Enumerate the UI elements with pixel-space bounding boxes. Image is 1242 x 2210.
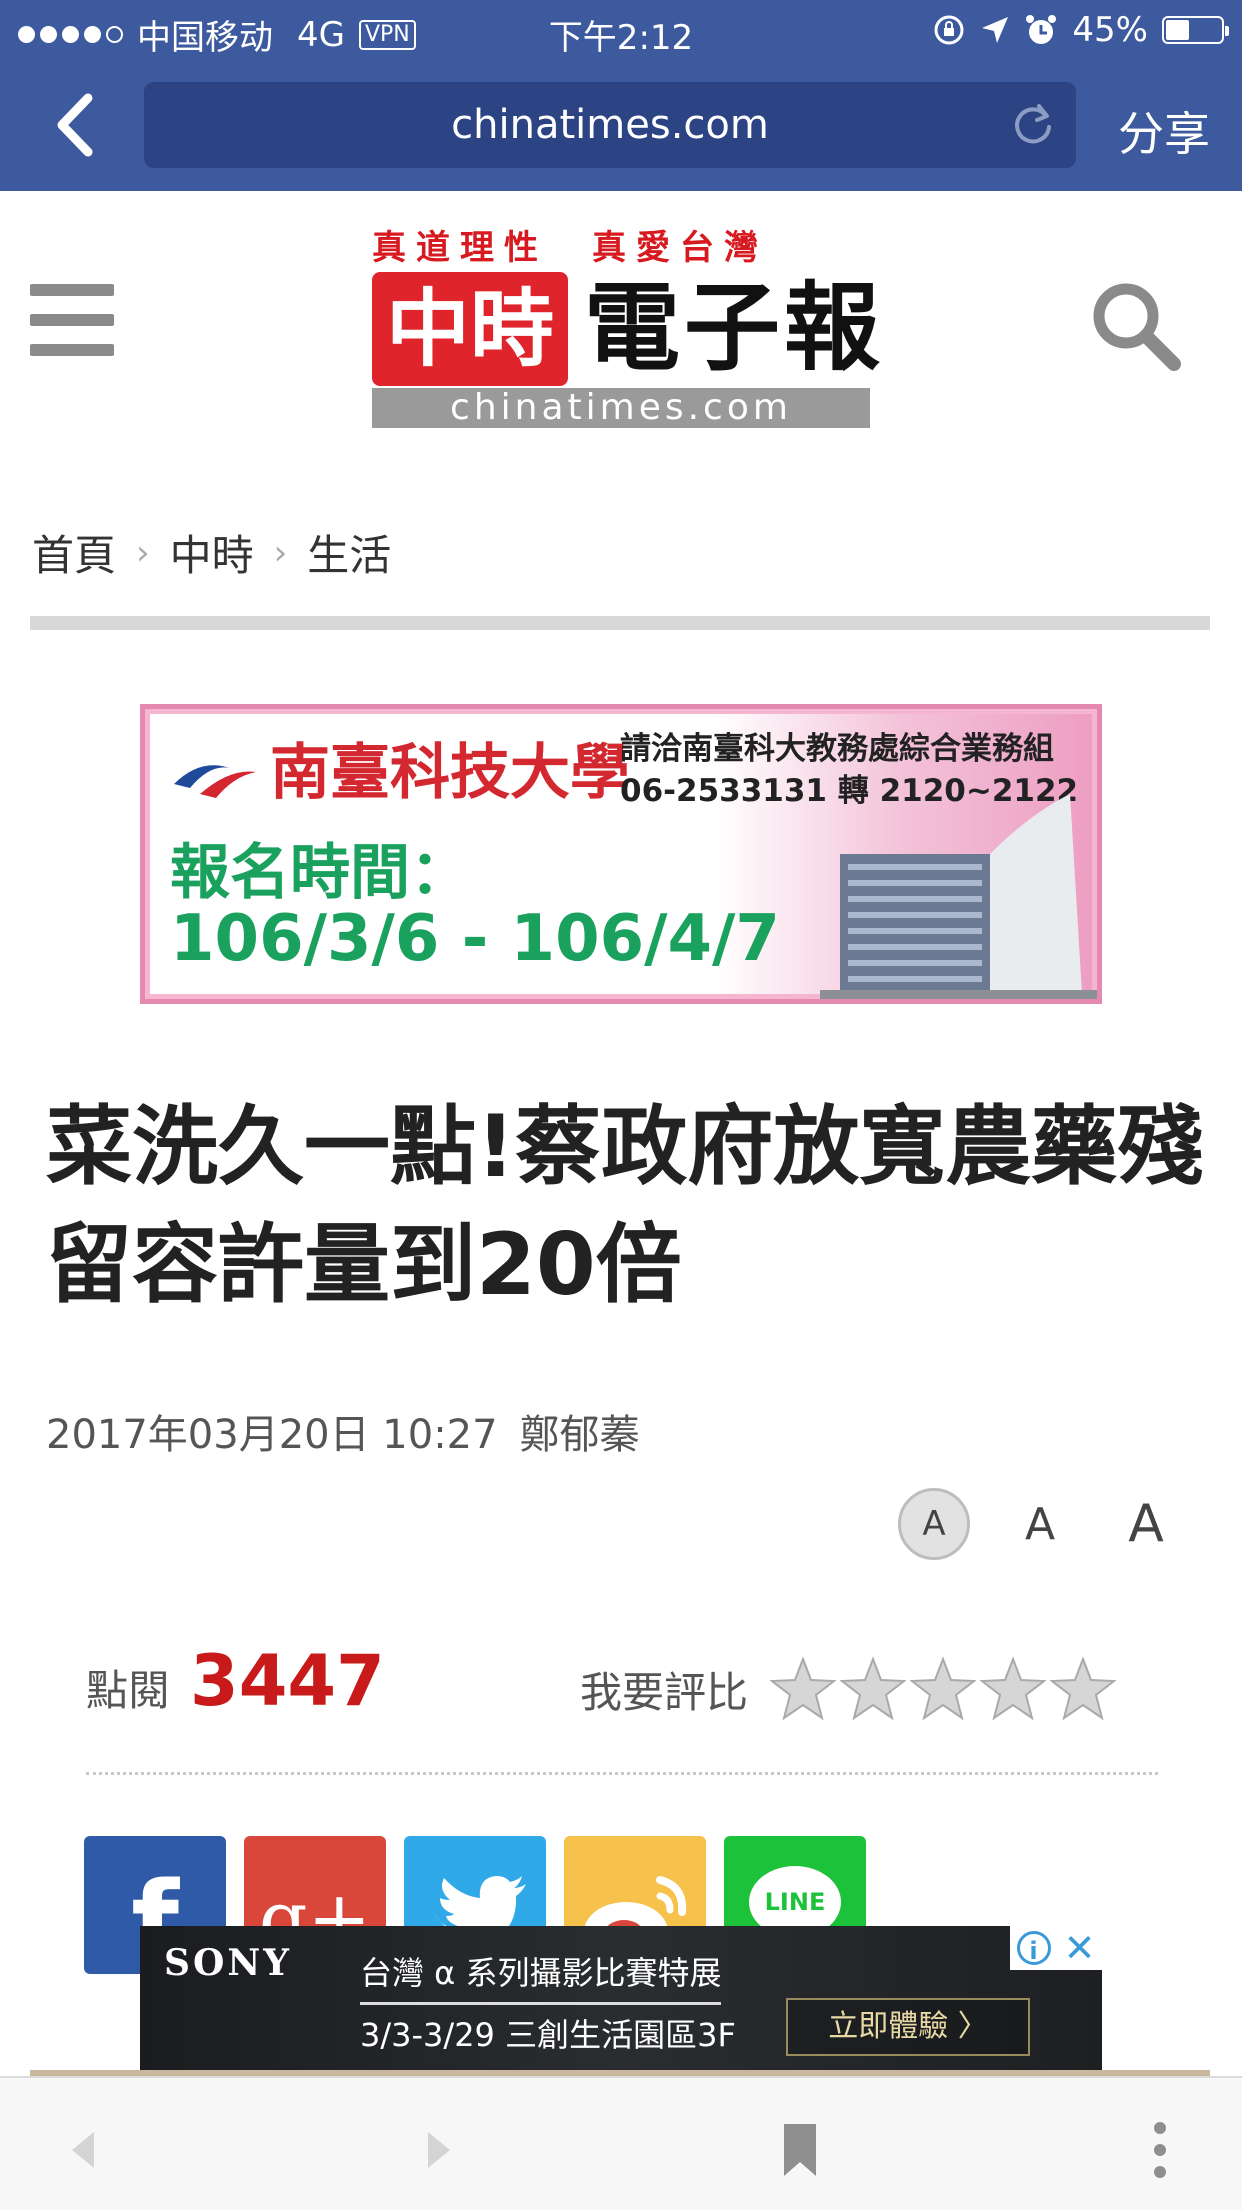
search-icon[interactable] [1088,278,1184,374]
bookmark-icon[interactable] [770,2120,830,2180]
rating-widget: 我要評比 [580,1656,1120,1722]
font-size-medium-button[interactable]: A [1004,1488,1076,1560]
reload-icon[interactable] [1010,102,1056,148]
breadcrumb-chinatimes[interactable]: 中時 [170,522,254,583]
ad-school-name: 南臺科技大學 [170,724,630,811]
hamburger-menu-icon[interactable] [30,284,114,356]
rating-label: 我要評比 [580,1667,749,1717]
battery-icon [1162,16,1229,44]
font-size-large-button[interactable]: A [1110,1488,1182,1560]
line-label: LINE [764,1888,826,1916]
share-button[interactable]: 分享 [1118,98,1210,164]
sony-ad-subtitle: 3/3-3/29 三創生活園區3F [360,2016,736,2054]
status-bar: 中国移动 4G VPN 下午2:12 45% [0,0,1242,62]
dotted-divider [86,1772,1158,1775]
more-options-icon[interactable] [1130,2120,1190,2180]
location-icon [982,17,1009,43]
font-size-controls: A A A [898,1488,1182,1560]
ad-registration-label: 報名時間： [170,838,470,908]
ad-choices: i ✕ [1010,1926,1102,1970]
logo-domain: chinatimes.com [372,388,870,428]
university-ad-banner[interactable]: 南臺科技大學 請洽南臺科大教務處綜合業務組 06-2533131 轉 2120~… [140,704,1102,1004]
logo-red-mark: 中時 [372,272,568,386]
views-number: 3447 [190,1640,385,1722]
back-chevron-icon[interactable] [48,90,108,160]
ad-close-icon[interactable]: ✕ [1064,1929,1096,1967]
alarm-icon [1026,15,1057,44]
address-bar[interactable]: chinatimes.com [144,82,1076,168]
font-size-small-button[interactable]: A [898,1488,970,1560]
logo-wordmark: 電子報 [584,272,884,384]
ad-info-icon[interactable]: i [1016,1931,1051,1965]
building-image [820,794,1097,999]
views-label: 點閱 [86,1666,171,1715]
site-logo[interactable]: 真道理性 真愛台灣 中時 電子報 chinatimes.com [372,216,880,430]
rating-star-icon[interactable] [980,1656,1047,1722]
url-row: chinatimes.com 分享 [0,62,1242,191]
view-count: 點閱 3447 [86,1640,385,1722]
rotation-lock-icon [934,15,964,45]
battery-percent: 45% [1072,10,1148,50]
rating-star-icon[interactable] [1050,1656,1117,1722]
breadcrumb-separator: › [273,532,288,573]
sony-logo: SONY [164,1942,292,1984]
forward-arrow-icon[interactable] [408,2120,468,2180]
breadcrumb-home[interactable]: 首頁 [32,522,116,583]
back-arrow-icon[interactable] [54,2120,114,2180]
article-datetime: 2017年03月20日 10:27 [46,1412,498,1458]
breadcrumb-separator: › [136,532,150,573]
sony-ad-banner[interactable]: SONY 台灣 α 系列攝影比賽特展 3/3-3/29 三創生活園區3F 立即體… [140,1926,1102,2076]
sony-ad-cta-button[interactable]: 立即體驗 〉 [786,1998,1030,2056]
article-headline: 菜洗久一點!蔡政府放寬農藥殘留容許量到20倍 [46,1097,1204,1315]
url-text: chinatimes.com [451,102,769,148]
breadcrumb-life[interactable]: 生活 [307,522,391,583]
section-divider [30,616,1210,630]
browser-toolbar [0,2076,1242,2210]
sony-ad-title: 台灣 α 系列攝影比賽特展 [360,1948,722,2005]
breadcrumb: 首頁 › 中時 › 生活 [32,522,391,583]
site-slogan: 真道理性 真愛台灣 [372,228,768,268]
rating-star-icon[interactable] [770,1656,837,1722]
school-logo-icon [174,764,256,798]
article-meta: 2017年03月20日 10:27 鄭郁蓁 [46,1402,640,1460]
ad-registration-dates: 106/3/6 - 106/4/7 [170,902,780,976]
browser-topbar: 中国移动 4G VPN 下午2:12 45% chinatimes.com 分享 [0,0,1242,191]
rating-star-icon[interactable] [840,1656,907,1722]
article-author[interactable]: 鄭郁蓁 [520,1412,640,1458]
rating-star-icon[interactable] [910,1656,977,1722]
